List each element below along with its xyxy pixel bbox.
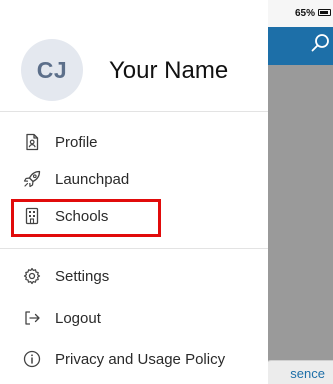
battery-percent: 65% — [294, 8, 315, 19]
battery-icon — [318, 9, 331, 16]
logout-icon — [25, 311, 40, 325]
gear-icon — [23, 267, 41, 285]
menu-item-profile-label: Profile — [55, 134, 98, 151]
profile-document-icon — [26, 133, 39, 151]
navigation-drawer: CJ Your Name Profile Launchpad Schools S… — [0, 0, 268, 384]
menu-item-launchpad[interactable]: Launchpad — [0, 162, 268, 198]
search-icon[interactable] — [311, 33, 331, 53]
background-bottom-tab-label: sence — [290, 366, 325, 381]
menu-item-settings-label: Settings — [55, 268, 110, 285]
menu-item-privacy[interactable]: Privacy and Usage Policy — [0, 342, 268, 378]
rocket-icon — [23, 170, 41, 188]
divider — [0, 111, 268, 112]
highlight-annotation-box — [11, 199, 161, 237]
avatar[interactable]: CJ — [21, 39, 83, 101]
avatar-initials: CJ — [36, 56, 68, 83]
info-icon — [23, 350, 41, 368]
user-name: Your Name — [109, 57, 229, 84]
menu-item-privacy-label: Privacy and Usage Policy — [55, 351, 226, 368]
menu-item-logout[interactable]: Logout — [0, 301, 268, 337]
menu-item-profile[interactable]: Profile — [0, 125, 268, 161]
divider — [0, 248, 268, 249]
menu-item-logout-label: Logout — [55, 310, 101, 327]
menu-item-settings[interactable]: Settings — [0, 259, 268, 295]
menu-item-launchpad-label: Launchpad — [55, 171, 130, 188]
